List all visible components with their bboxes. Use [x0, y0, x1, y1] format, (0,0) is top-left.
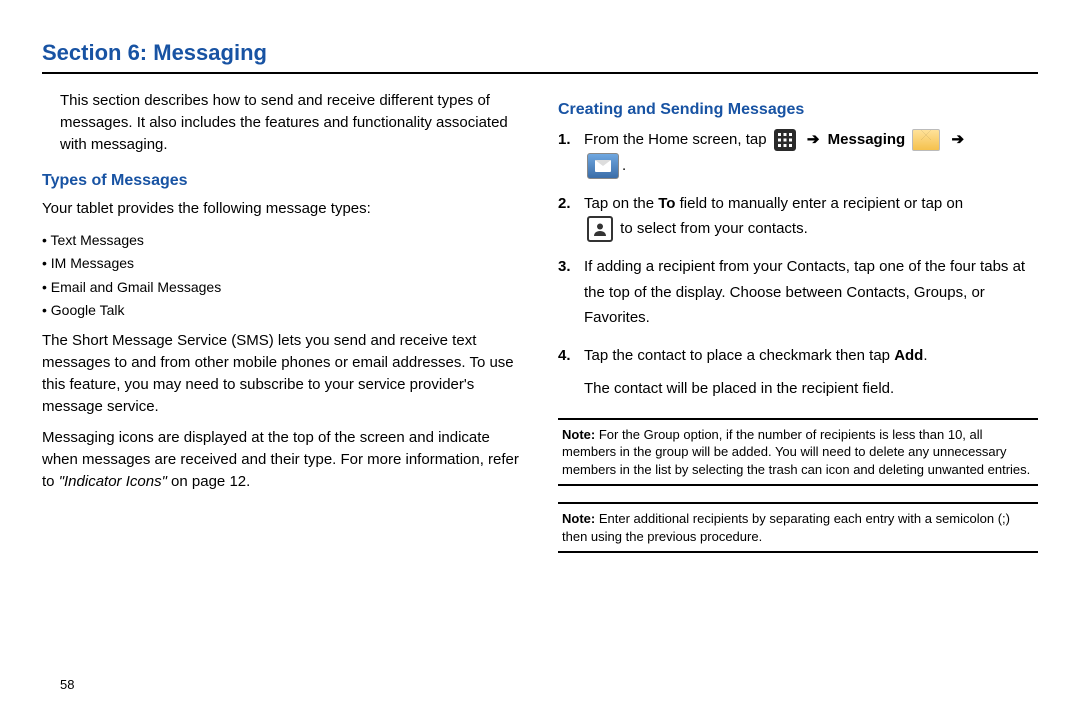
list-item: IM Messages	[42, 253, 522, 273]
list-item: Text Messages	[42, 230, 522, 250]
note-label: Note:	[562, 511, 595, 526]
title-rule	[42, 72, 1038, 74]
arrow-icon: ➔	[952, 131, 965, 148]
step-1: 1. From the Home screen, tap	[558, 127, 1038, 179]
step-4: 4. Tap the contact to place a checkmark …	[558, 343, 1038, 402]
step-number: 2.	[558, 191, 584, 243]
step-number: 1.	[558, 127, 584, 179]
contact-picker-icon	[587, 216, 613, 242]
note-text: Enter additional recipients by separatin…	[562, 511, 1010, 544]
text-fragment: Tap the contact to place a checkmark the…	[584, 347, 894, 364]
step-number: 3.	[558, 254, 584, 331]
compose-message-icon	[587, 153, 619, 179]
arrow-icon: ➔	[807, 131, 820, 148]
step-2: 2. Tap on the To field to manually enter…	[558, 191, 1038, 243]
step-text: If adding a recipient from your Contacts…	[584, 254, 1038, 331]
step-3: 3. If adding a recipient from your Conta…	[558, 254, 1038, 331]
sms-description: The Short Message Service (SMS) lets you…	[42, 330, 522, 417]
list-item: Google Talk	[42, 300, 522, 320]
add-label: Add	[894, 347, 923, 364]
right-column: Creating and Sending Messages 1. From th…	[558, 90, 1038, 569]
note-group-option: Note: For the Group option, if the numbe…	[558, 418, 1038, 487]
page-number: 58	[60, 677, 74, 692]
creating-heading: Creating and Sending Messages	[558, 98, 1038, 121]
intro-paragraph: This section describes how to send and r…	[60, 90, 522, 155]
apps-grid-icon	[774, 129, 796, 151]
note-label: Note:	[562, 427, 595, 442]
list-item: Email and Gmail Messages	[42, 277, 522, 297]
steps-list: 1. From the Home screen, tap	[558, 127, 1038, 402]
messaging-envelope-icon	[912, 129, 940, 151]
section-title: Section 6: Messaging	[42, 40, 1038, 66]
indicator-icons-ref: "Indicator Icons"	[59, 473, 167, 490]
step-result: The contact will be placed in the recipi…	[584, 376, 1038, 402]
left-column: This section describes how to send and r…	[42, 90, 522, 569]
icons-description: Messaging icons are displayed at the top…	[42, 427, 522, 492]
message-types-list: Text Messages IM Messages Email and Gmai…	[42, 230, 522, 320]
types-heading: Types of Messages	[42, 169, 522, 192]
text-fragment: to select from your contacts.	[620, 220, 808, 237]
text-fragment: on page 12.	[167, 473, 250, 490]
note-text: For the Group option, if the number of r…	[562, 427, 1030, 477]
messaging-label: Messaging	[828, 131, 906, 148]
text-fragment: .	[923, 347, 927, 364]
to-field-label: To	[658, 195, 675, 212]
text-fragment: field to manually enter a recipient or t…	[675, 195, 963, 212]
note-additional-recipients: Note: Enter additional recipients by sep…	[558, 502, 1038, 553]
text-fragment: From the Home screen, tap	[584, 131, 771, 148]
two-column-layout: This section describes how to send and r…	[42, 90, 1038, 569]
step-number: 4.	[558, 343, 584, 402]
types-intro: Your tablet provides the following messa…	[42, 198, 522, 220]
text-fragment: Tap on the	[584, 195, 658, 212]
